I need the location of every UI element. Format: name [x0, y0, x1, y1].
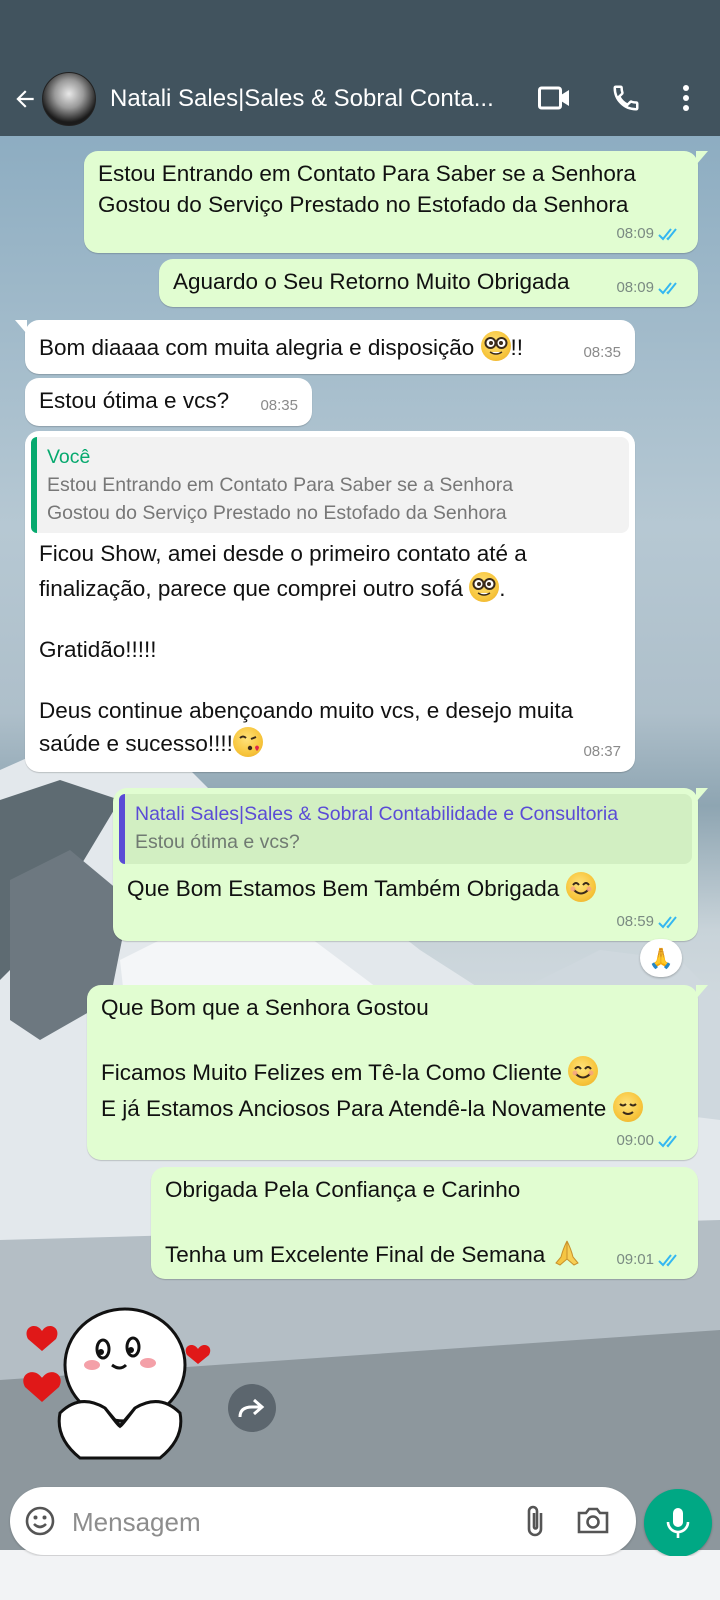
- quote-author: Você: [47, 446, 91, 468]
- message-text-group: Ficamos Muito Felizes em Tê-la Como Clie…: [101, 1056, 599, 1088]
- camera-icon[interactable]: [576, 1505, 610, 1540]
- message-outgoing[interactable]: Estou Entrando em Contato Para Saber se …: [84, 151, 708, 253]
- message-text: Que Bom Estamos Bem Também Obrigada: [127, 876, 560, 901]
- message-meta: 08:09: [616, 218, 684, 249]
- read-ticks-icon: [658, 227, 677, 240]
- message-meta: 09:00: [616, 1125, 684, 1156]
- message-time: 09:00: [616, 1132, 654, 1149]
- read-ticks-icon: [658, 1134, 677, 1147]
- avatar[interactable]: [42, 72, 96, 126]
- nerd-face-emoji-icon: [469, 572, 500, 602]
- message-text-group: Que Bom Estamos Bem Também Obrigada: [127, 872, 596, 904]
- message-text: Gostou do Serviço Prestado no Estofado d…: [98, 192, 629, 217]
- forward-icon[interactable]: [228, 1384, 276, 1432]
- nerd-face-emoji-icon: [480, 331, 511, 361]
- message-incoming[interactable]: Estou ótima e vcs? 08:35: [25, 378, 312, 426]
- message-text-group: finalização, parece que comprei outro so…: [39, 572, 506, 604]
- message-text: saúde e sucesso!!!!: [39, 731, 233, 756]
- message-text: Estou ótima e vcs?: [39, 388, 230, 413]
- quote-text: Estou ótima e vcs?: [135, 831, 300, 853]
- message-text: Estou Entrando em Contato Para Saber se …: [98, 161, 636, 186]
- message-text-group: saúde e sucesso!!!!: [39, 727, 263, 759]
- message-text-group: Bom diaaaa com muita alegria e disposiçã…: [39, 331, 523, 363]
- contact-name[interactable]: Natali Sales|Sales & Sobral Conta...: [110, 85, 505, 113]
- message-time: 08:35: [260, 397, 298, 414]
- message-time: 08:37: [583, 743, 621, 760]
- sticker[interactable]: [20, 1303, 220, 1473]
- read-ticks-icon: [658, 281, 677, 294]
- message-text: Deus continue abençoando muito vcs, e de…: [39, 698, 574, 723]
- message-outgoing[interactable]: Que Bom que a Senhora Gostou Ficamos Mui…: [87, 985, 708, 1160]
- kissing-face-emoji-icon: [232, 727, 263, 757]
- message-outgoing[interactable]: Natali Sales|Sales & Sobral Contabilidad…: [113, 788, 708, 941]
- message-text: Tenha um Excelente Final de Semana: [165, 1242, 546, 1267]
- message-time: 09:01: [616, 1251, 654, 1268]
- message-text: Bom diaaaa com muita alegria e disposiçã…: [39, 335, 475, 360]
- message-time: 08:59: [616, 913, 654, 930]
- more-vert-icon[interactable]: [674, 76, 698, 120]
- read-ticks-icon: [658, 1253, 677, 1266]
- relieved-face-emoji-icon: [612, 1092, 643, 1122]
- message-outgoing[interactable]: Aguardo o Seu Retorno Muito Obrigada 08:…: [159, 259, 698, 307]
- message-incoming[interactable]: Bom diaaaa com muita alegria e disposiçã…: [15, 320, 635, 374]
- folded-hands-emoji-icon: [552, 1238, 582, 1268]
- message-text: .: [499, 576, 506, 601]
- reaction-badge[interactable]: 🙏: [640, 939, 682, 977]
- message-text: Gratidão!!!!!: [39, 637, 157, 662]
- message-time: 08:09: [616, 279, 654, 296]
- message-incoming[interactable]: Você Estou Entrando em Contato Para Sabe…: [25, 431, 635, 772]
- quote-text: Gostou do Serviço Prestado no Estofado d…: [47, 502, 507, 524]
- video-call-icon[interactable]: [534, 76, 574, 120]
- phone-icon[interactable]: [606, 76, 646, 120]
- message-text: Obrigada Pela Confiança e Carinho: [165, 1177, 521, 1202]
- quote-text: Estou Entrando em Contato Para Saber se …: [47, 474, 514, 496]
- message-time: 08:09: [616, 225, 654, 242]
- status-bar: [0, 0, 720, 62]
- message-meta: 09:01: [616, 1244, 684, 1275]
- smiling-face-emoji-icon: [565, 872, 596, 902]
- read-ticks-icon: [658, 915, 677, 928]
- message-text: finalização, parece que comprei outro so…: [39, 576, 463, 601]
- message-text: Ficamos Muito Felizes em Tê-la Como Clie…: [101, 1060, 562, 1085]
- message-meta: 08:09: [616, 272, 684, 303]
- system-nav-bar: [0, 1556, 720, 1600]
- arrow-left-icon[interactable]: [10, 84, 40, 114]
- message-outgoing[interactable]: Obrigada Pela Confiança e Carinho Tenha …: [151, 1167, 698, 1279]
- message-composer: [10, 1487, 636, 1555]
- paperclip-icon[interactable]: [523, 1503, 549, 1544]
- quote-author: Natali Sales|Sales & Sobral Contabilidad…: [135, 803, 619, 825]
- message-text-group: E já Estamos Anciosos Para Atendê-la Nov…: [101, 1092, 643, 1124]
- message-meta: 08:59: [616, 906, 684, 937]
- message-input[interactable]: [70, 1501, 434, 1543]
- emoji-icon[interactable]: [24, 1505, 56, 1542]
- message-time: 08:35: [583, 344, 621, 361]
- message-text-group: Tenha um Excelente Final de Semana: [165, 1238, 582, 1270]
- quoted-message[interactable]: Natali Sales|Sales & Sobral Contabilidad…: [119, 794, 692, 864]
- message-text: Ficou Show, amei desde o primeiro contat…: [39, 541, 527, 566]
- message-text: !!: [510, 335, 524, 360]
- message-text: Que Bom que a Senhora Gostou: [101, 995, 429, 1020]
- smiling-face-emoji-icon: [568, 1056, 599, 1086]
- message-text: E já Estamos Anciosos Para Atendê-la Nov…: [101, 1096, 607, 1121]
- message-text: Aguardo o Seu Retorno Muito Obrigada: [173, 269, 570, 294]
- quoted-message[interactable]: Você Estou Entrando em Contato Para Sabe…: [31, 437, 629, 533]
- microphone-icon[interactable]: [644, 1489, 712, 1557]
